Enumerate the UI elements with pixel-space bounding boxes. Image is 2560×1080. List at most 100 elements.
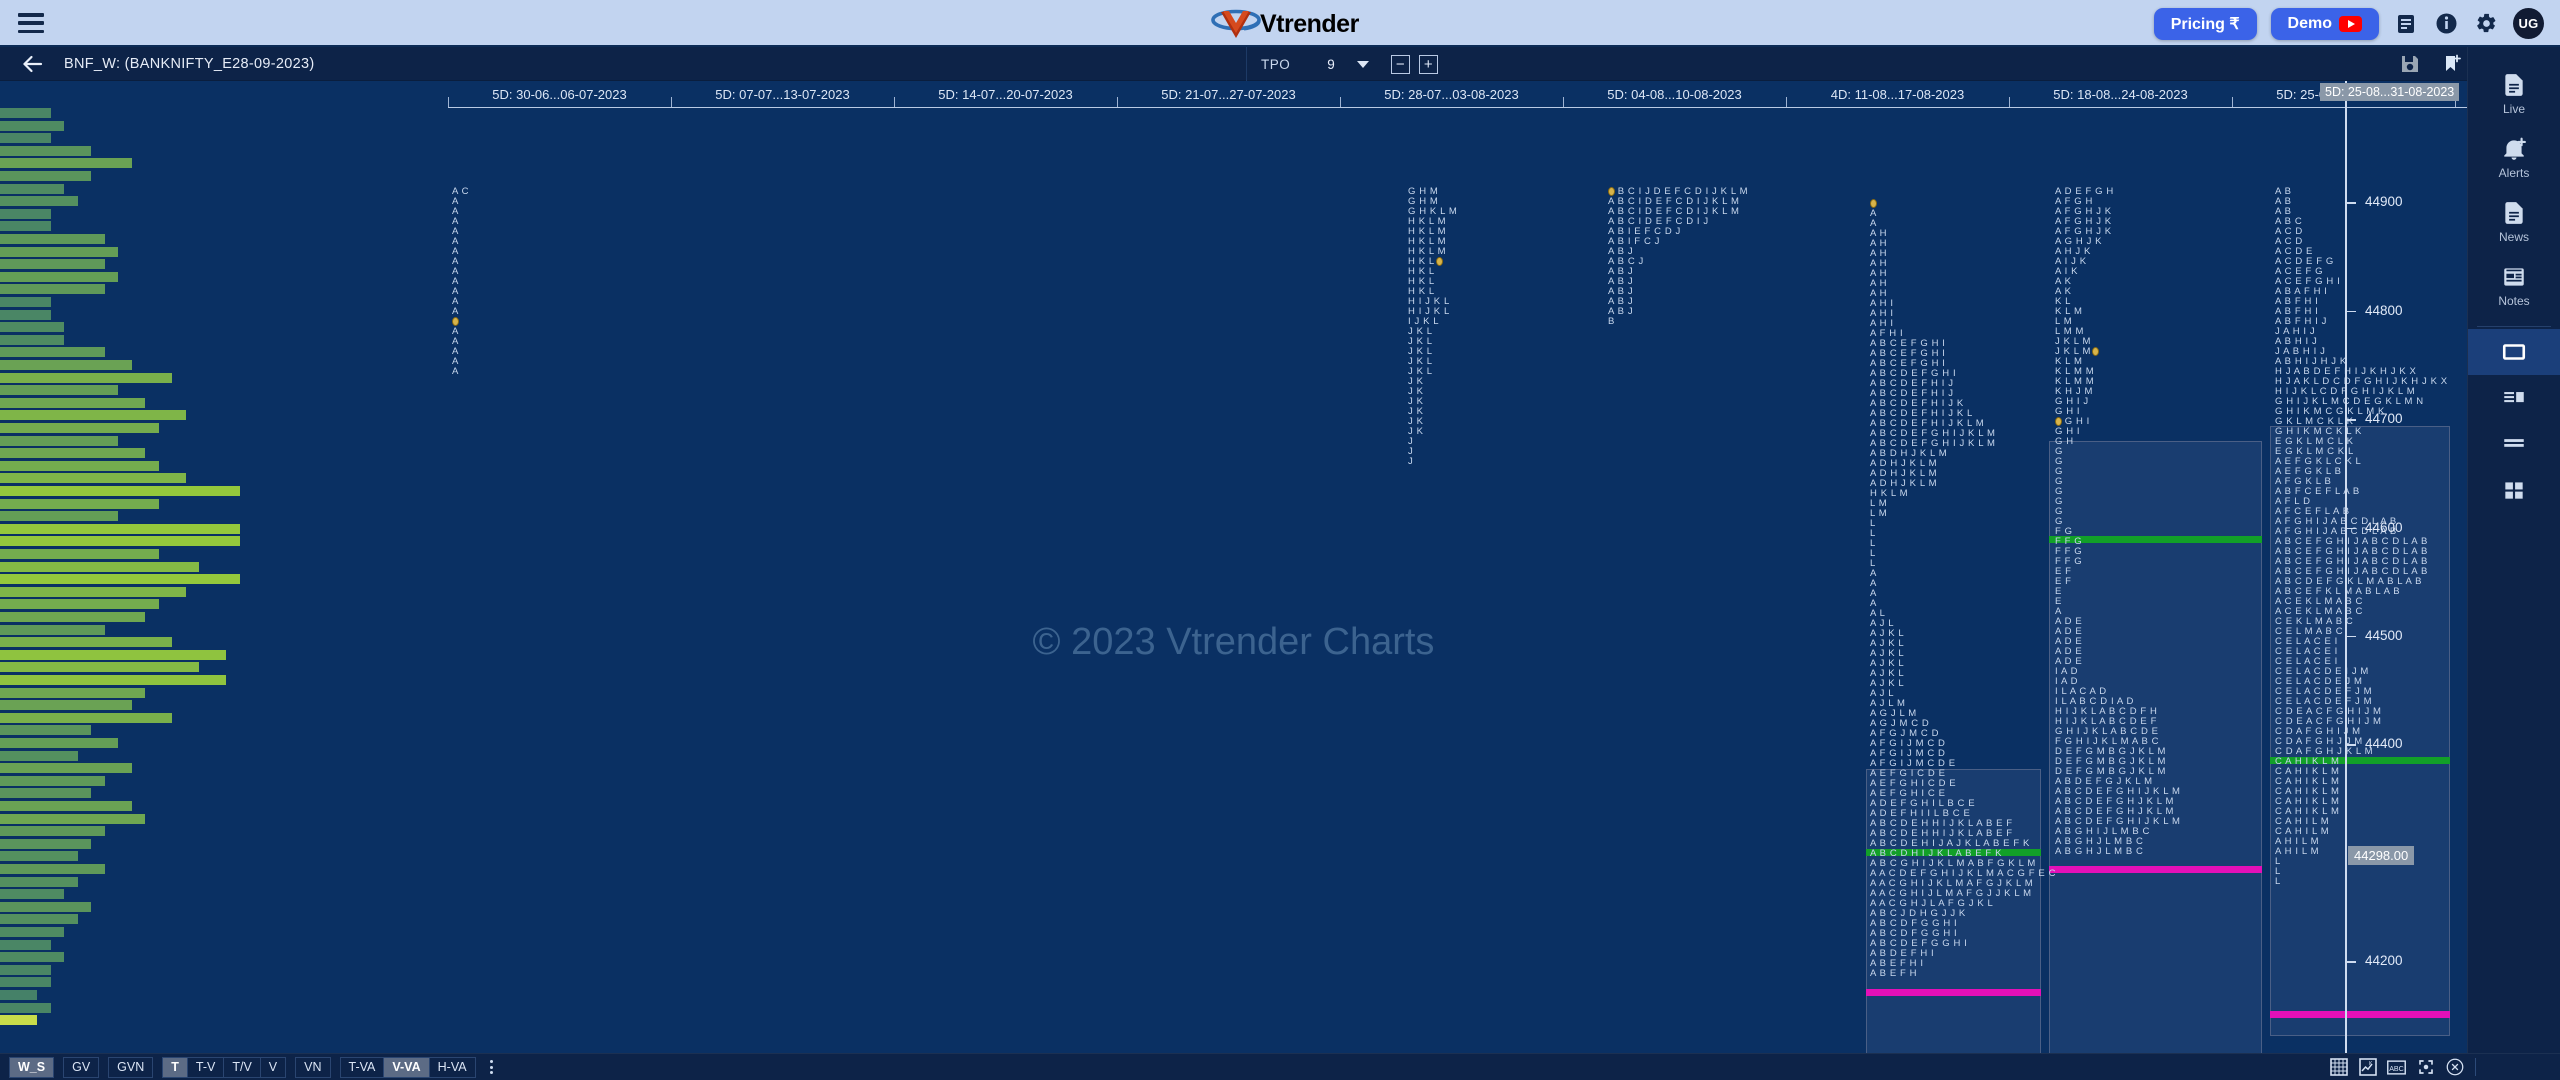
tpo-decrease-button[interactable]: − bbox=[1390, 54, 1410, 74]
grid-table-icon[interactable] bbox=[2329, 1058, 2348, 1077]
bottom-bar-button-gvn[interactable]: GVN bbox=[108, 1056, 154, 1078]
gear-icon[interactable] bbox=[2473, 11, 2499, 37]
chart-snapshot-icon[interactable]: K bbox=[2358, 1058, 2377, 1077]
bottom-bar-button-groups: W_S GV GVN T T-V T/V V VN T-VA V-VA H-VA bbox=[0, 1056, 476, 1078]
bottom-bar-group: VN bbox=[295, 1056, 331, 1078]
volume-profile-bar bbox=[0, 510, 119, 522]
volume-profile-bar bbox=[0, 850, 78, 862]
layout-tool-rectangle[interactable] bbox=[2467, 329, 2560, 375]
chevron-down-icon[interactable] bbox=[1356, 60, 1369, 68]
bottom-bar-button-gv[interactable]: GV bbox=[63, 1056, 100, 1078]
volume-profile-bar bbox=[0, 951, 65, 963]
hamburger-bar bbox=[18, 21, 44, 25]
crosshair-target-icon[interactable] bbox=[2416, 1058, 2435, 1077]
volume-profile-bar bbox=[0, 548, 159, 559]
layout-tool-grid[interactable] bbox=[2468, 467, 2560, 513]
volume-profile-bar bbox=[0, 623, 105, 635]
date-column-header[interactable]: 5D: 04-08...10-08-2023 bbox=[1563, 81, 1786, 107]
price-axis-tick bbox=[2346, 744, 2356, 746]
youtube-play-icon bbox=[2339, 15, 2362, 32]
tpo-increase-button[interactable]: + bbox=[1418, 54, 1438, 74]
save-disk-icon[interactable] bbox=[2400, 54, 2420, 74]
volume-profile-bar bbox=[0, 333, 65, 345]
tpo-label: TPO bbox=[1261, 56, 1291, 72]
bottom-bar-group: GVN bbox=[108, 1056, 154, 1078]
sidebar-item-notes[interactable]: Notes bbox=[2468, 253, 2560, 317]
bottom-bar-button-t[interactable]: T bbox=[162, 1056, 187, 1078]
volume-profile-bar bbox=[0, 938, 51, 950]
bottom-bar-button-vn[interactable]: VN bbox=[295, 1056, 331, 1078]
tpo-row: L bbox=[2275, 876, 2281, 887]
volume-profile-bar bbox=[0, 258, 105, 270]
brand-name: Vtrender bbox=[1260, 9, 1359, 38]
date-column-header[interactable]: 5D: 18-08...24-08-2023 bbox=[2009, 81, 2232, 107]
tpo-row: A bbox=[452, 366, 459, 377]
rows-layout-icon bbox=[2504, 439, 2524, 447]
volume-profile-bar bbox=[0, 812, 146, 824]
date-column-header[interactable]: 5D: 07-07...13-07-2023 bbox=[671, 81, 894, 107]
volume-profile-bar bbox=[0, 270, 119, 282]
price-axis-label: 44700 bbox=[2365, 411, 2403, 427]
bottom-bar-button-v[interactable]: V bbox=[259, 1056, 287, 1078]
volume-profile-bar bbox=[0, 447, 146, 459]
price-axis-tick bbox=[2346, 527, 2356, 529]
bottom-bar-button-t-va[interactable]: T-VA bbox=[339, 1056, 384, 1078]
date-column-header[interactable]: 5D: 30-06...06-07-2023 bbox=[448, 81, 671, 107]
brand-logo[interactable]: Vtrender bbox=[1210, 5, 1359, 43]
abc-text-icon[interactable]: ABC bbox=[2387, 1058, 2406, 1077]
header-actions: Pricing ₹ Demo UG bbox=[2153, 0, 2544, 47]
date-column-header[interactable]: 4D: 11-08...17-08-2023 bbox=[1786, 81, 2009, 107]
volume-profile-bar bbox=[0, 711, 173, 723]
demo-button[interactable]: Demo bbox=[2270, 7, 2379, 40]
price-axis-label: 44600 bbox=[2365, 519, 2403, 535]
price-axis-label: 44900 bbox=[2365, 194, 2403, 210]
info-circle-icon[interactable] bbox=[2433, 11, 2459, 37]
volume-profile-bar bbox=[0, 976, 51, 988]
volume-profile-bar bbox=[0, 686, 146, 698]
sidebar-item-news[interactable]: News bbox=[2468, 189, 2560, 253]
volume-profile-bar bbox=[0, 888, 65, 900]
chart-toolbar: BNF_W: (BANKNIFTY_E28-09-2023) TPO 9 − + bbox=[0, 47, 2560, 81]
layout-tool-split[interactable] bbox=[2468, 375, 2560, 421]
bookmark-plus-icon[interactable] bbox=[2442, 54, 2462, 74]
date-column-header[interactable]: 5D: 21-07...27-07-2023 bbox=[1117, 81, 1340, 107]
bottom-bar-button-h-va[interactable]: H-VA bbox=[428, 1056, 476, 1078]
bottom-bar-group: T T-V T/V V bbox=[162, 1056, 287, 1078]
volume-profile-bar bbox=[0, 396, 146, 408]
document-icon[interactable] bbox=[2393, 11, 2419, 37]
pricing-button[interactable]: Pricing ₹ bbox=[2153, 7, 2257, 40]
date-column-header[interactable]: 5D: 14-07...20-07-2023 bbox=[894, 81, 1117, 107]
volume-profile-bar bbox=[0, 434, 119, 446]
right-sidebar: Live Alerts News Notes bbox=[2467, 47, 2560, 1080]
last-price-tag: 44298.00 bbox=[2348, 845, 2415, 865]
sidebar-item-alerts[interactable]: Alerts bbox=[2468, 125, 2560, 189]
back-arrow-icon[interactable] bbox=[22, 54, 44, 74]
bottom-bar-button-v-va[interactable]: V-VA bbox=[383, 1056, 429, 1078]
volume-profile-bar bbox=[0, 724, 92, 736]
layout-tool-rows[interactable] bbox=[2468, 421, 2560, 467]
hover-date-tag: 5D: 25-08...31-08-2023 bbox=[2320, 83, 2460, 101]
volume-profile-bar bbox=[0, 170, 92, 181]
bottom-bar-button-w-s[interactable]: W_S bbox=[9, 1056, 55, 1078]
volume-profile-bar bbox=[0, 900, 92, 912]
volume-profile-bar bbox=[0, 661, 200, 673]
bottom-bar-button-t-v[interactable]: T/V bbox=[223, 1056, 260, 1078]
tpo-row: J bbox=[1408, 456, 1414, 467]
volume-profile-bar bbox=[0, 182, 65, 194]
market-profile-chart[interactable]: © 2023 Vtrender Charts 5D: 30-06...06-07… bbox=[0, 81, 2467, 1066]
close-circle-icon[interactable] bbox=[2445, 1058, 2464, 1077]
date-tick bbox=[1117, 97, 1118, 107]
hamburger-menu-icon[interactable] bbox=[18, 13, 44, 33]
bottom-bar-button-t-v[interactable]: T-V bbox=[186, 1056, 224, 1078]
more-options-icon[interactable] bbox=[489, 1060, 493, 1074]
volume-profile-bar bbox=[0, 207, 51, 219]
volume-profile-bar bbox=[0, 749, 78, 761]
sidebar-item-live[interactable]: Live bbox=[2468, 61, 2560, 125]
tpo-value[interactable]: 9 bbox=[1327, 57, 1335, 72]
volume-profile-bar bbox=[0, 989, 38, 1000]
volume-profile-bar bbox=[0, 220, 51, 232]
date-column-header[interactable]: 5D: 28-07...03-08-2023 bbox=[1340, 81, 1563, 107]
price-axis[interactable]: 4500044900448004470044600445004440044200… bbox=[2345, 81, 2467, 1066]
avatar[interactable]: UG bbox=[2513, 8, 2544, 39]
volume-profile-bar bbox=[0, 459, 159, 471]
